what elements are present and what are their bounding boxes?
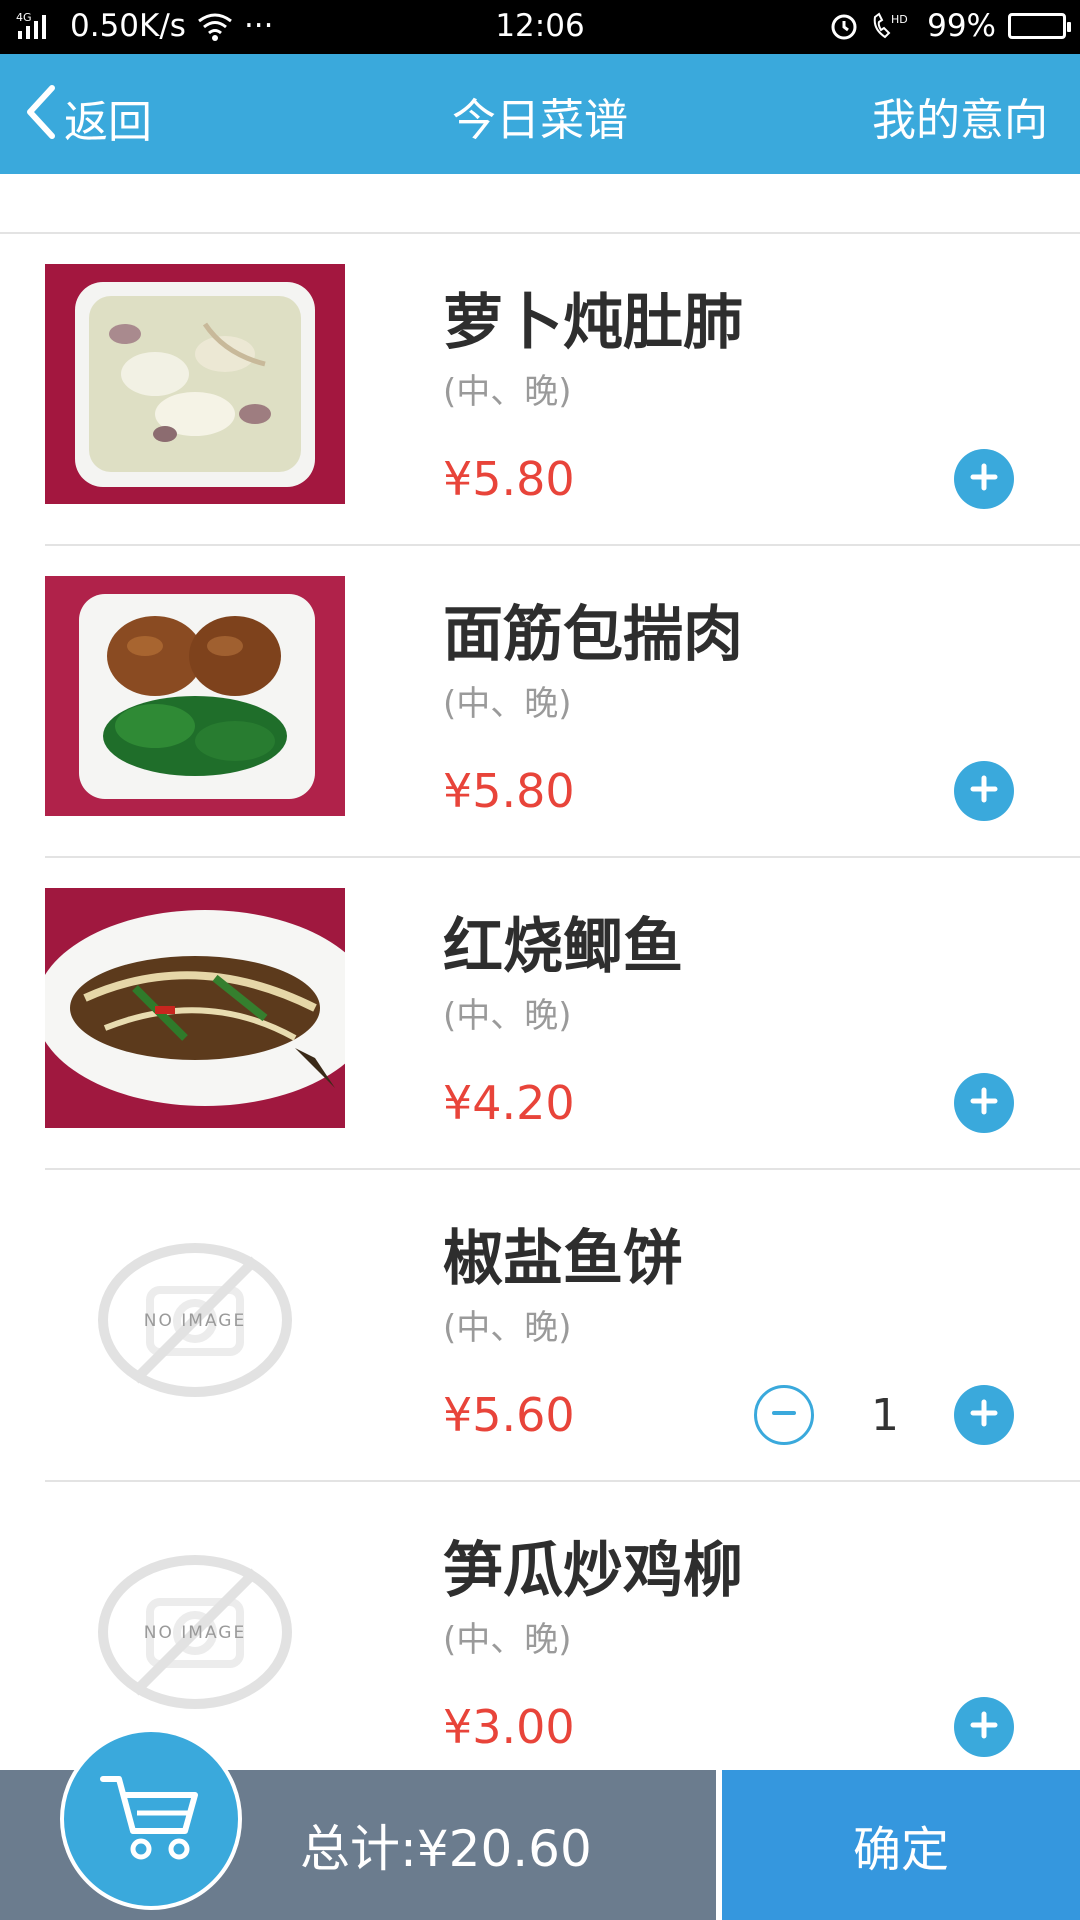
add-button[interactable] (954, 761, 1014, 821)
dish-meal-time: (中、晚) (443, 372, 572, 412)
quantity-value: 1 (871, 1390, 899, 1441)
plus-icon (970, 1711, 998, 1743)
dish-name: 笋瓜炒鸡柳 (443, 1536, 743, 1606)
dish-meal-time: (中、晚) (443, 996, 572, 1036)
alarm-icon (829, 11, 859, 41)
total-amount: 总计:¥20.60 (300, 1820, 592, 1878)
add-button[interactable] (954, 1697, 1014, 1757)
dish-price: ¥4.20 (443, 1076, 575, 1130)
dish-price: ¥5.80 (443, 764, 575, 818)
battery-icon (1008, 13, 1071, 39)
list-item: 面筋包揣肉 (中、晚) ¥5.80 (0, 546, 1080, 858)
dish-meal-time: (中、晚) (443, 1308, 572, 1348)
list-item: NO IMAGE 椒盐鱼饼 (中、晚) ¥5.60 1 (0, 1170, 1080, 1482)
no-image-placeholder[interactable]: NO IMAGE (45, 1512, 345, 1752)
plus-icon (970, 775, 998, 807)
battery-percent: 99% (927, 8, 996, 44)
no-image-placeholder[interactable]: NO IMAGE (45, 1200, 345, 1440)
svg-text:NO IMAGE: NO IMAGE (144, 1623, 246, 1643)
list-item: 萝卜炖肚肺 (中、晚) ¥5.80 (0, 234, 1080, 546)
list-top-spacer (0, 174, 1080, 234)
minus-icon (770, 1399, 798, 1431)
add-button[interactable] (954, 1073, 1014, 1133)
dish-photo[interactable] (45, 264, 345, 504)
dish-meal-time: (中、晚) (443, 1620, 572, 1660)
shopping-cart-icon (99, 1769, 203, 1869)
status-bar: 4G 0.50K/s ··· 12:06 HD 99% (0, 0, 1080, 54)
svg-text:HD: HD (891, 13, 908, 26)
decrease-button[interactable] (754, 1385, 814, 1445)
dish-photo[interactable] (45, 888, 345, 1128)
cart-button[interactable] (60, 1728, 242, 1910)
plus-icon (970, 1399, 998, 1431)
my-intent-button[interactable]: 我的意向 (872, 84, 1048, 148)
plus-icon (970, 1087, 998, 1119)
app-header: 返回 今日菜谱 我的意向 (0, 54, 1080, 174)
svg-text:NO IMAGE: NO IMAGE (144, 1311, 246, 1331)
dish-price: ¥5.60 (443, 1388, 575, 1442)
dish-photo[interactable] (45, 576, 345, 816)
hd-call-icon: HD (871, 11, 915, 41)
confirm-button[interactable]: 确定 (722, 1770, 1080, 1920)
dish-name: 面筋包揣肉 (443, 600, 743, 670)
dish-name: 椒盐鱼饼 (443, 1224, 683, 1294)
dish-name: 红烧鲫鱼 (443, 912, 683, 982)
menu-list: 萝卜炖肚肺 (中、晚) ¥5.80 面筋包揣肉 (中、晚) ¥5.80 红烧鲫鱼… (0, 234, 1080, 1794)
dish-name: 萝卜炖肚肺 (443, 288, 743, 358)
add-button[interactable] (954, 1385, 1014, 1445)
dish-price: ¥5.80 (443, 452, 575, 506)
add-button[interactable] (954, 449, 1014, 509)
plus-icon (970, 463, 998, 495)
list-item: 红烧鲫鱼 (中、晚) ¥4.20 (0, 858, 1080, 1170)
dish-meal-time: (中、晚) (443, 684, 572, 724)
dish-price: ¥3.00 (443, 1700, 575, 1754)
